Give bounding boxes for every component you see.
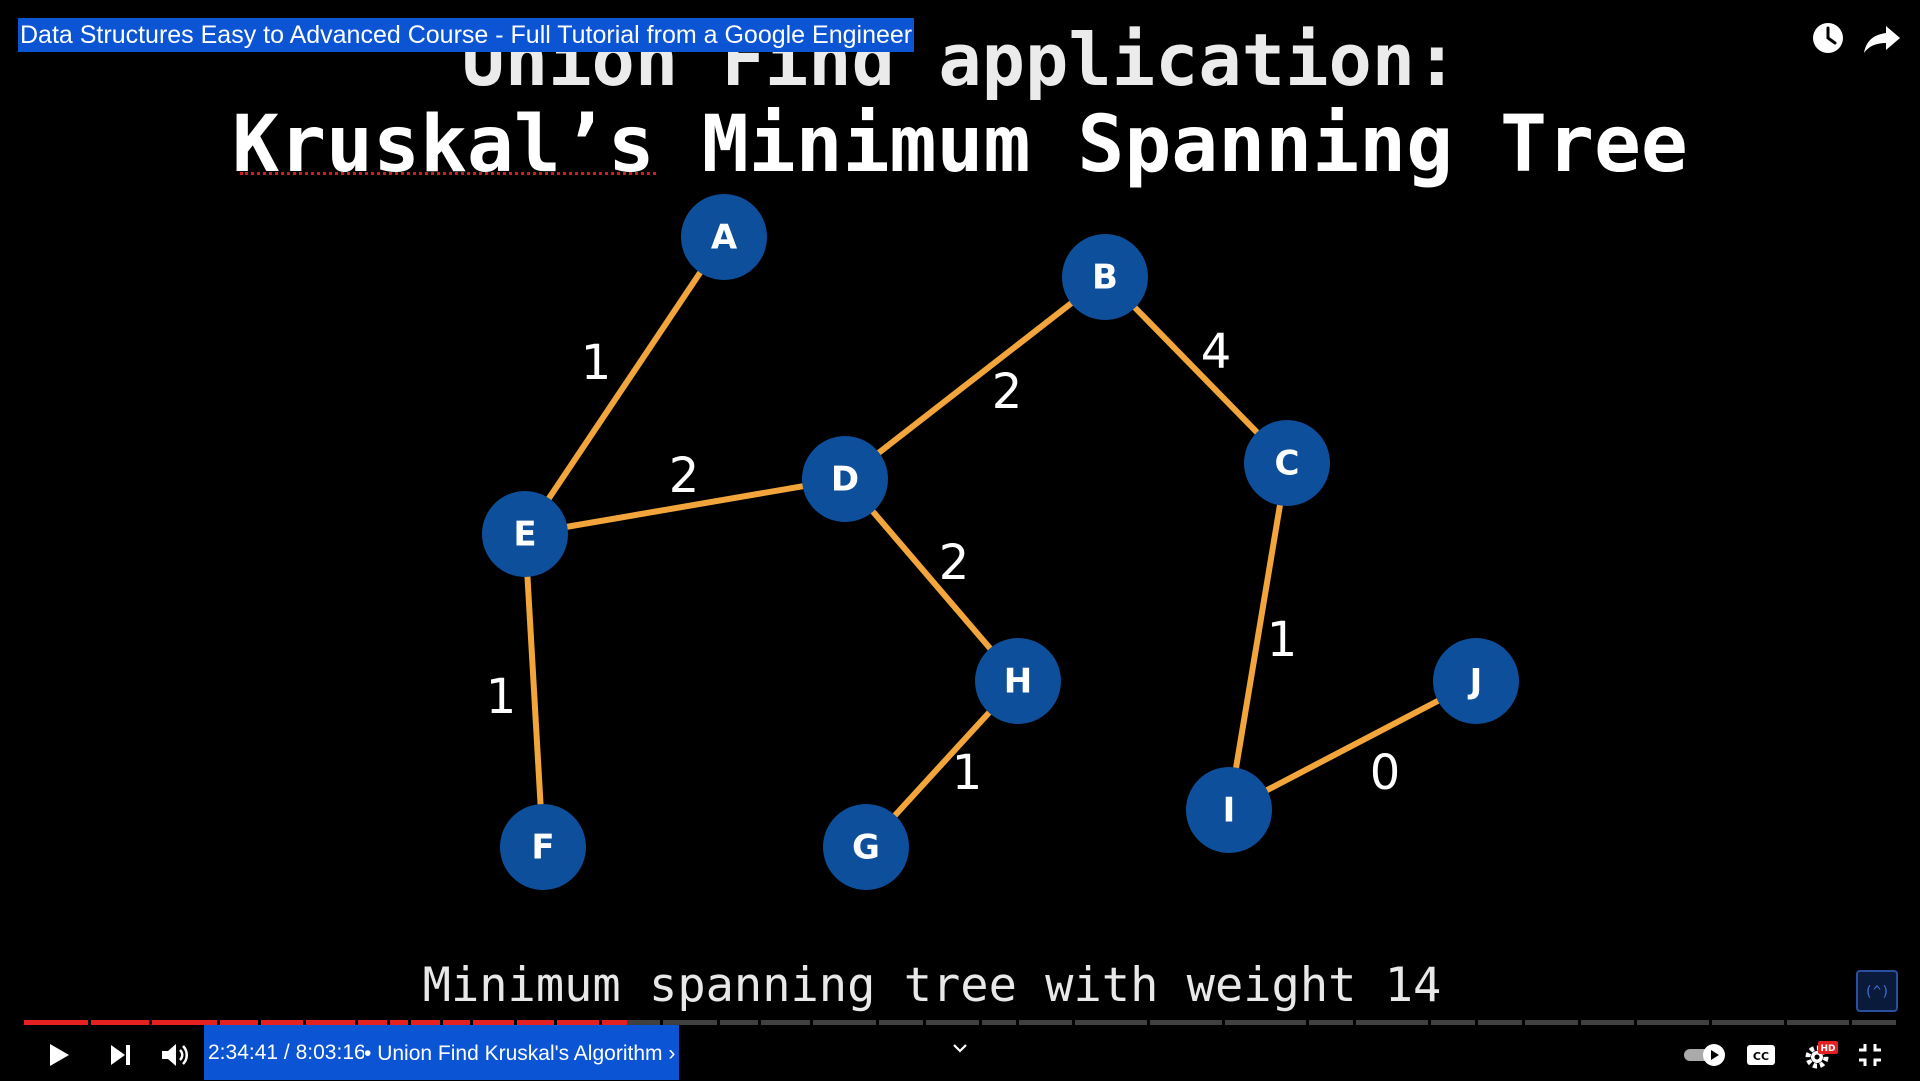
chapter-marker — [1577, 1020, 1581, 1025]
chapter-marker — [1849, 1020, 1853, 1025]
time-display: 2:34:41 / 8:03:16 — [204, 1025, 370, 1080]
hd-badge: HD — [1820, 1044, 1835, 1054]
chapter-marker — [1521, 1020, 1525, 1025]
chapter-marker — [978, 1020, 982, 1025]
captions-button[interactable]: CC — [1744, 1030, 1778, 1080]
node-label-d: D — [831, 460, 859, 500]
chapter-marker — [922, 1020, 926, 1025]
skip-next-icon — [111, 1045, 130, 1065]
chapter-marker — [1474, 1020, 1478, 1025]
volume-icon — [162, 1044, 188, 1066]
total-duration: 8:03:16 — [295, 1041, 366, 1064]
chapter-marker — [1783, 1020, 1787, 1025]
edge-weight-i-j: 0 — [1370, 745, 1401, 801]
watch-later-button[interactable] — [1806, 16, 1850, 60]
node-label-h: H — [1004, 662, 1032, 702]
chapter-title-button[interactable]: • Union Find Kruskal's Algorithm › — [364, 1025, 680, 1080]
play-icon — [50, 1044, 69, 1066]
node-label-f: F — [531, 828, 554, 868]
edge-weight-d-h: 2 — [939, 535, 970, 591]
chapter-marker — [810, 1020, 814, 1025]
chapter-marker — [1016, 1020, 1020, 1025]
chapter-marker — [875, 1020, 879, 1025]
video-frame[interactable]: Union Find application: Kruskal’s Minimu… — [0, 0, 1920, 1080]
chapter-marker — [1072, 1020, 1076, 1025]
edge-weight-c-i: 1 — [1267, 612, 1298, 668]
edge-weight-e-f: 1 — [486, 669, 517, 725]
chevron-right-icon: › — [668, 1041, 676, 1065]
svg-text:(^): (^) — [1864, 984, 1889, 1000]
node-label-c: C — [1275, 444, 1300, 484]
next-button[interactable] — [98, 1030, 142, 1080]
edge-weight-a-e: 1 — [581, 335, 612, 391]
chevron-down-icon — [953, 1044, 967, 1053]
freecodecamp-logo-icon: (^) — [1864, 984, 1889, 1000]
chapter-marker — [716, 1020, 720, 1025]
gear-icon: HD — [1805, 1041, 1838, 1069]
exit-fullscreen-button[interactable] — [1850, 1030, 1890, 1080]
edge-weight-e-d: 2 — [669, 448, 700, 504]
chapter-title-text: Union Find Kruskal's Algorithm — [377, 1041, 663, 1065]
chapter-bullet: • — [364, 1041, 372, 1065]
chapter-marker — [1306, 1020, 1310, 1025]
chapter-marker — [1428, 1020, 1431, 1025]
chapter-marker — [1353, 1020, 1357, 1025]
mute-button[interactable] — [152, 1030, 196, 1080]
edge-weight-d-b: 2 — [992, 364, 1023, 420]
cc-icon: CC — [1747, 1045, 1775, 1065]
chapter-marker — [87, 1020, 91, 1025]
chapter-marker — [1633, 1020, 1637, 1025]
share-arrow-icon — [1864, 26, 1900, 53]
autoplay-toggle[interactable] — [1682, 1030, 1728, 1080]
autoplay-toggle-icon — [1684, 1044, 1725, 1066]
chapter-marker — [1708, 1020, 1712, 1025]
node-label-a: A — [711, 218, 738, 258]
share-button[interactable] — [1860, 16, 1904, 60]
chapter-marker — [1222, 1020, 1226, 1025]
chapter-marker — [757, 1020, 761, 1025]
expand-description-button[interactable] — [950, 1038, 970, 1058]
graph-diagram: 1 1 2 2 4 2 1 1 0 A B C D E F G H I J — [482, 194, 1519, 890]
edge-d-b — [843, 274, 1107, 482]
edge-weight-h-g: 1 — [952, 745, 983, 801]
edge-e-f — [522, 533, 546, 848]
node-label-g: G — [852, 828, 880, 868]
edge-weight-b-c: 4 — [1201, 324, 1232, 380]
node-label-i: I — [1223, 791, 1236, 831]
node-label-b: B — [1092, 258, 1118, 298]
settings-button[interactable]: HD — [1798, 1030, 1842, 1080]
current-time: 2:34:41 — [208, 1041, 279, 1064]
exit-fullscreen-icon — [1859, 1044, 1881, 1066]
svg-text:CC: CC — [1753, 1050, 1769, 1063]
clock-icon — [1813, 23, 1843, 53]
chapter-marker — [1147, 1020, 1151, 1025]
node-label-e: E — [513, 515, 536, 555]
node-label-j: J — [1468, 662, 1483, 702]
channel-watermark[interactable]: (^) — [1856, 970, 1898, 1012]
time-separator: / — [283, 1041, 290, 1064]
chapter-marker — [149, 1020, 153, 1025]
slide-caption: Minimum spanning tree with weight 14 — [422, 958, 1442, 1013]
video-title[interactable]: Data Structures Easy to Advanced Course … — [18, 18, 915, 52]
play-button[interactable] — [36, 1030, 80, 1080]
